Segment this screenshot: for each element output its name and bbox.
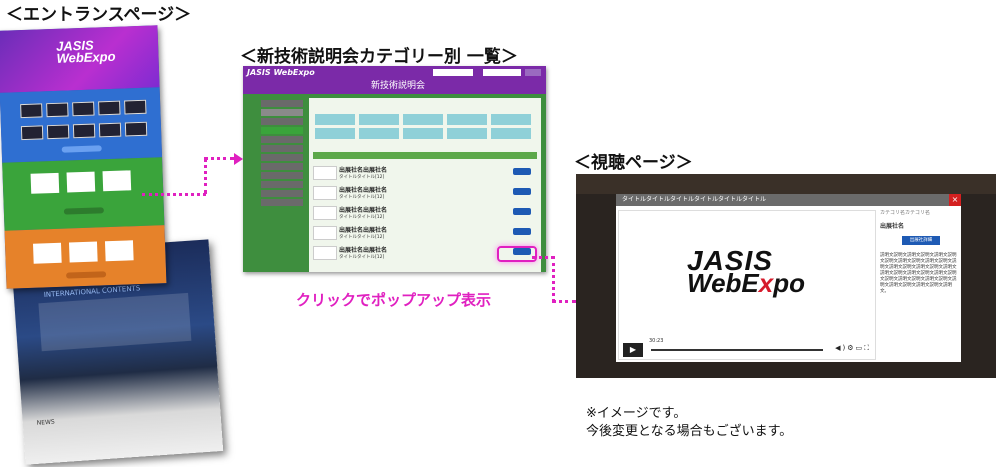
player-control-icons[interactable]: ◀)⚙▭⛶ bbox=[835, 344, 871, 353]
view-button[interactable] bbox=[513, 228, 531, 235]
click-popup-label: クリックでポップアップ表示 bbox=[296, 291, 492, 309]
flow-dots-2a bbox=[532, 256, 554, 259]
modal-title: タイトルタイトルタイトルタイトルタイトルタイトル bbox=[622, 196, 767, 203]
exhibitor-title: タイトルタイトル[12] bbox=[339, 175, 385, 180]
entrance-heading: ＜エントランスページ＞ bbox=[6, 5, 192, 25]
map-panel bbox=[38, 292, 192, 352]
entrance-hero: JASIS WebExpo bbox=[0, 25, 160, 93]
exhibitor-name: 出展社名出展社名 bbox=[339, 247, 388, 254]
disclaimer-note: ※イメージです。 今後変更となる場合もございます。 bbox=[586, 406, 793, 439]
section-bar bbox=[313, 152, 537, 159]
time-display: 30:23 bbox=[649, 338, 664, 344]
exhibitor-name: 出展社名出展社名 bbox=[339, 227, 388, 234]
company-detail-button[interactable]: 出展社詳細 bbox=[902, 236, 940, 245]
search-button[interactable] bbox=[525, 69, 541, 76]
category-select[interactable] bbox=[433, 69, 473, 76]
video-side-info: カテゴリ名カテゴリ名 出展社名 出展社詳細 説明文説明文説明文説明文説明文説明文… bbox=[880, 210, 958, 295]
list-item: 出展社名出展社名 タイトルタイトル[12] bbox=[311, 224, 539, 242]
company-name: 出展社名 bbox=[880, 223, 905, 230]
close-icon[interactable]: × bbox=[949, 194, 961, 206]
description-text: 説明文説明文説明文説明文説明文説明文説明文説明文説明文説明文説明文説明文説明文説… bbox=[880, 253, 957, 294]
view-button[interactable] bbox=[513, 208, 531, 215]
flow-dots-2c bbox=[552, 300, 576, 303]
category-name: カテゴリ名カテゴリ名 bbox=[880, 210, 931, 216]
jasis-logo: JASIS WebExpo bbox=[687, 247, 805, 298]
entrance-section-green bbox=[2, 157, 165, 231]
video-player[interactable]: JASIS WebExpo 30:23 ▶ ◀)⚙▭⛶ bbox=[618, 210, 876, 360]
entrance-orange-button[interactable] bbox=[66, 271, 107, 279]
flow-dots-1c bbox=[204, 157, 234, 160]
exhibitor-name: 出展社名出展社名 bbox=[339, 207, 388, 214]
viewing-bg-header bbox=[576, 174, 996, 194]
video-modal: タイトルタイトルタイトルタイトルタイトルタイトル × JASIS WebExpo… bbox=[616, 194, 961, 362]
list-item: 出展社名出展社名 タイトルタイトル[12] bbox=[311, 184, 539, 202]
news-label: NEWS bbox=[36, 418, 56, 427]
entrance-screenshot-upper: JASIS WebExpo bbox=[0, 25, 167, 289]
entrance-blue-button[interactable] bbox=[61, 145, 102, 153]
viewing-heading: ＜視聴ページ＞ bbox=[574, 153, 693, 173]
modal-title-bar: タイトルタイトルタイトルタイトルタイトルタイトル × bbox=[616, 194, 961, 206]
exhibitor-name: 出展社名出展社名 bbox=[339, 167, 388, 174]
category-heading: ＜新技術説明会カテゴリー別 一覧＞ bbox=[240, 47, 518, 67]
keyword-input[interactable] bbox=[483, 69, 521, 76]
category-title: 新技術説明会 bbox=[371, 81, 426, 91]
list-item: 出展社名出展社名 タイトルタイトル[12] bbox=[311, 164, 539, 182]
logo-webexpo: WebExpo bbox=[687, 268, 805, 298]
entrance-logo: JASIS WebExpo bbox=[56, 38, 116, 66]
exhibitor-title: タイトルタイトル[12] bbox=[339, 195, 385, 200]
flow-dots-2b bbox=[552, 256, 555, 302]
category-logo: JASIS WebExpo bbox=[247, 68, 315, 77]
list-item: 出展社名出展社名 タイトルタイトル[12] bbox=[311, 204, 539, 222]
viewing-screenshot: タイトルタイトルタイトルタイトルタイトルタイトル × JASIS WebExpo… bbox=[576, 174, 996, 378]
flow-arrow-1 bbox=[234, 153, 243, 165]
exhibitor-name: 出展社名出展社名 bbox=[339, 187, 388, 194]
view-button[interactable] bbox=[513, 168, 531, 175]
category-sidebar bbox=[261, 100, 303, 210]
entrance-green-button[interactable] bbox=[63, 207, 104, 215]
flow-dots-1a bbox=[142, 193, 206, 196]
category-header: JASIS WebExpo 新技術説明会 bbox=[243, 66, 546, 94]
category-screenshot: JASIS WebExpo 新技術説明会 出展社名出展社名 タイトルタイトル[1… bbox=[243, 66, 546, 272]
logo-line-2: WebExpo bbox=[56, 48, 116, 66]
exhibitor-title: タイトルタイトル[12] bbox=[339, 215, 385, 220]
view-button[interactable] bbox=[513, 188, 531, 195]
player-controls: 30:23 ▶ ◀)⚙▭⛶ bbox=[619, 338, 875, 359]
flow-dots-1b bbox=[204, 158, 207, 194]
entrance-section-blue bbox=[0, 87, 163, 163]
exhibitor-title: タイトルタイトル[12] bbox=[339, 235, 385, 240]
play-icon[interactable]: ▶ bbox=[623, 343, 643, 357]
highlight-view-button bbox=[497, 246, 537, 262]
entrance-section-orange bbox=[4, 225, 167, 289]
progress-bar[interactable] bbox=[651, 349, 823, 351]
exhibitor-title: タイトルタイトル[12] bbox=[339, 255, 385, 260]
